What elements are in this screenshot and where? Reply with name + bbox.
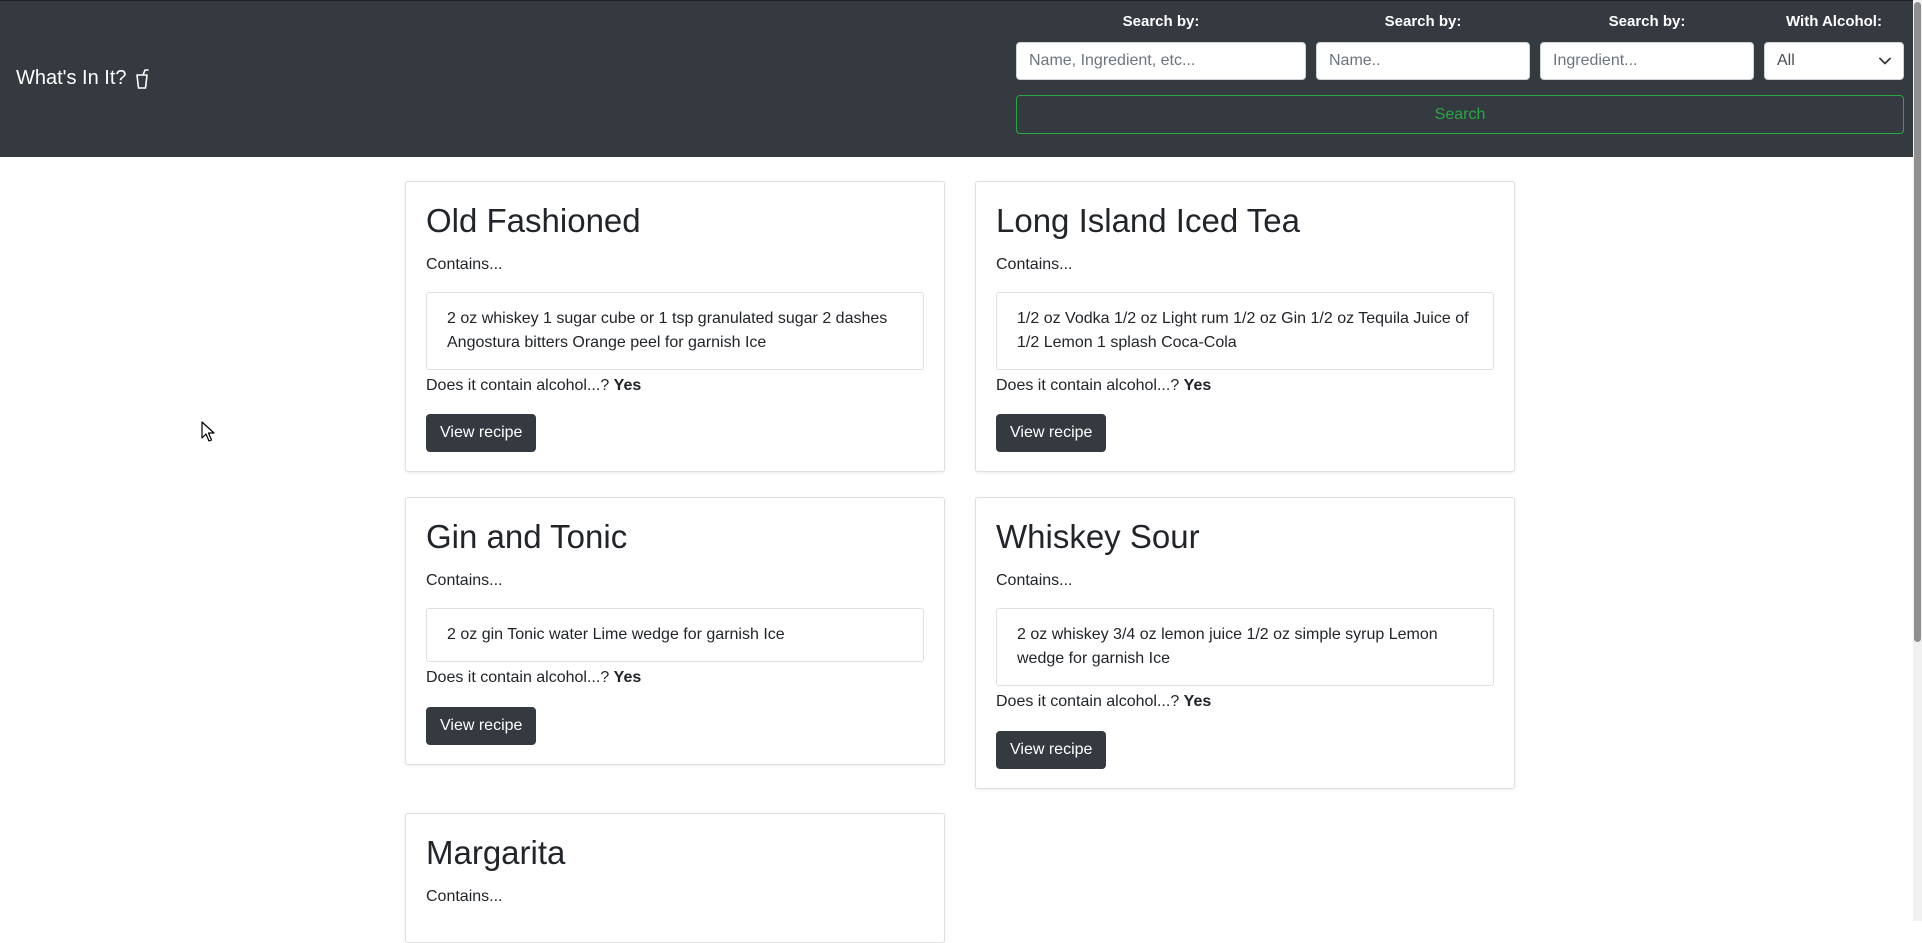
cup-straw-icon <box>135 68 149 89</box>
name-search-input[interactable] <box>1316 42 1530 80</box>
alcohol-status: Does it contain alcohol...? Yes <box>996 693 1211 711</box>
view-recipe-button[interactable]: View recipe <box>426 707 537 745</box>
ingredients-list: 2 oz whiskey 1 sugar cube or 1 tsp granu… <box>426 292 924 370</box>
ingredients-list: 2 oz gin Tonic water Lime wedge for garn… <box>426 608 924 662</box>
scrollbar-thumb[interactable] <box>1914 2 1921 642</box>
chevron-down-icon <box>1879 52 1891 70</box>
alcohol-question: Does it contain alcohol...? <box>426 669 610 686</box>
cocktail-card: Gin and Tonic Contains... 2 oz gin Tonic… <box>405 497 945 765</box>
cocktail-card: Whiskey Sour Contains... 2 oz whiskey 3/… <box>975 497 1515 789</box>
contains-label: Contains... <box>996 256 1073 273</box>
general-search-input[interactable] <box>1016 42 1306 80</box>
alcohol-status: Does it contain alcohol...? Yes <box>996 377 1211 395</box>
cocktail-card: Long Island Iced Tea Contains... 1/2 oz … <box>975 181 1515 472</box>
alcohol-question: Does it contain alcohol...? <box>426 377 610 394</box>
alcohol-filter-select[interactable]: All <box>1764 42 1904 80</box>
cocktail-title: Whiskey Sour <box>996 518 1200 555</box>
ingredient-search-label: Search by: <box>1608 13 1686 30</box>
ingredients-list: 1/2 oz Vodka 1/2 oz Light rum 1/2 oz Gin… <box>996 292 1494 370</box>
cocktail-title: Long Island Iced Tea <box>996 202 1300 239</box>
view-recipe-button[interactable]: View recipe <box>996 414 1107 452</box>
cocktail-card: Old Fashioned Contains... 2 oz whiskey 1… <box>405 181 945 472</box>
alcohol-filter-label: With Alcohol: <box>1786 13 1882 30</box>
cocktail-card: Margarita Contains... <box>405 813 945 943</box>
general-search-label: Search by: <box>1122 13 1200 30</box>
cocktail-title: Gin and Tonic <box>426 518 628 555</box>
alcohol-question: Does it contain alcohol...? <box>996 693 1180 710</box>
navbar: What's In It? Search by: Search by: Sear… <box>0 0 1922 157</box>
alcohol-status: Does it contain alcohol...? Yes <box>426 669 641 687</box>
alcohol-status: Does it contain alcohol...? Yes <box>426 377 641 395</box>
alcohol-question: Does it contain alcohol...? <box>996 377 1180 394</box>
alcohol-answer: Yes <box>1183 693 1212 710</box>
cocktail-title: Old Fashioned <box>426 202 641 239</box>
ingredients-list: 2 oz whiskey 3/4 oz lemon juice 1/2 oz s… <box>996 608 1494 686</box>
ingredient-search-input[interactable] <box>1540 42 1754 80</box>
brand-text: What's In It? <box>16 67 127 89</box>
brand[interactable]: What's In It? <box>16 67 149 90</box>
name-search-label: Search by: <box>1384 13 1462 30</box>
view-recipe-button[interactable]: View recipe <box>996 731 1107 769</box>
alcohol-filter-value: All <box>1777 52 1795 69</box>
search-button[interactable]: Search <box>1016 95 1904 134</box>
view-recipe-button[interactable]: View recipe <box>426 414 537 452</box>
alcohol-answer: Yes <box>1183 377 1212 394</box>
alcohol-answer: Yes <box>613 377 642 394</box>
cocktail-title: Margarita <box>426 834 566 871</box>
mouse-cursor-icon <box>201 421 215 448</box>
contains-label: Contains... <box>426 256 503 273</box>
alcohol-answer: Yes <box>613 669 642 686</box>
contains-label: Contains... <box>996 572 1073 589</box>
contains-label: Contains... <box>426 572 503 589</box>
contains-label: Contains... <box>426 888 503 905</box>
